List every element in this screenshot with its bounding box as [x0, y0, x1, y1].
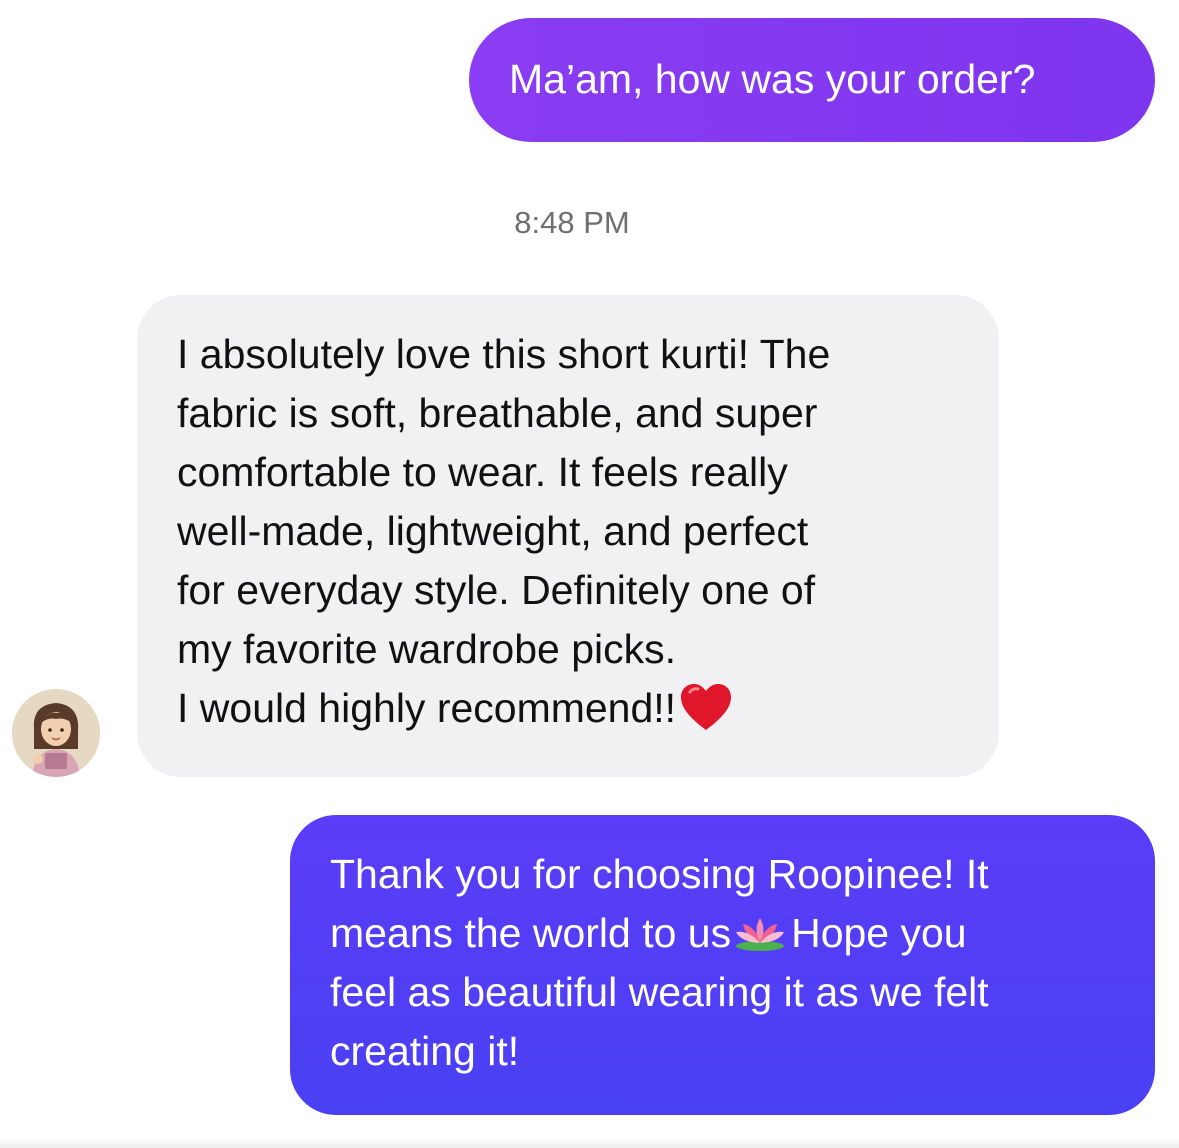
incoming-message-line: for everyday style. Definitely one of — [177, 567, 816, 613]
incoming-message-line: fabric is soft, breathable, and super — [177, 390, 818, 436]
incoming-message-line: I absolutely love this short kurti! The — [177, 331, 831, 377]
outgoing-reply-line: creating it! — [330, 1028, 520, 1074]
red-heart-icon — [681, 684, 732, 731]
outgoing-reply-line-with-emoji: means the world to us Hope you — [330, 904, 1135, 963]
incoming-message-bubble[interactable]: I absolutely love this short kurti! The … — [137, 295, 999, 777]
outgoing-reply-line-text: means the world to us — [330, 910, 732, 956]
incoming-message-line-text: I would highly recommend!! — [177, 685, 677, 731]
outgoing-message-text: Ma’am, how was your order? — [509, 56, 1036, 102]
incoming-message-last-line: I would highly recommend!! — [177, 679, 969, 738]
contact-avatar[interactable] — [12, 689, 100, 777]
outgoing-reply-bubble[interactable]: Thank you for choosing Roopinee! It mean… — [290, 815, 1155, 1115]
composer-bar-edge — [0, 1138, 1179, 1148]
chat-thread: Ma’am, how was your order? 8:48 PM I abs… — [0, 0, 1179, 1148]
outgoing-message-bubble[interactable]: Ma’am, how was your order? — [469, 18, 1155, 142]
lotus-icon — [736, 918, 785, 952]
avatar-illustration-icon — [12, 689, 100, 777]
message-timestamp: 8:48 PM — [514, 205, 630, 240]
incoming-message-line: well-made, lightweight, and perfect — [177, 508, 809, 554]
incoming-message-line: comfortable to wear. It feels really — [177, 449, 788, 495]
outgoing-reply-line-text: Hope you — [791, 910, 967, 956]
incoming-message-line: my favorite wardrobe picks. — [177, 626, 677, 672]
outgoing-reply-line: feel as beautiful wearing it as we felt — [330, 969, 989, 1015]
outgoing-reply-line: Thank you for choosing Roopinee! It — [330, 851, 989, 897]
